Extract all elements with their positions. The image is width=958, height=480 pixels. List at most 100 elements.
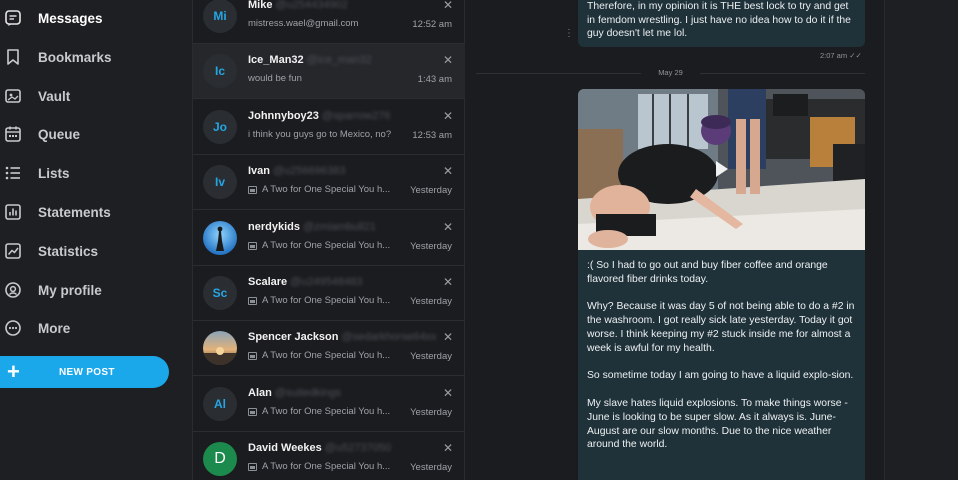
message-paragraph: My slave hates liquid explosions. To mak… (587, 397, 848, 451)
close-icon[interactable]: ✕ (443, 109, 453, 123)
message-bubble: Therefore, in my opinion it is THE best … (578, 0, 865, 47)
avatar: Al (203, 387, 237, 421)
nav-item-more[interactable]: More (0, 316, 70, 340)
close-icon[interactable]: ✕ (443, 386, 453, 400)
chat-preview: A Two for One Special You h... (248, 461, 390, 472)
chat-handle: @suitedkings (274, 387, 342, 399)
chat-name: David Weekes @u52737050 (248, 442, 391, 454)
message-paragraph: :( So I had to go out and buy fiber coff… (587, 260, 828, 285)
conversation-pane: ⋮ Therefore, in my opinion it is THE bes… (466, 0, 884, 480)
message-paragraph: So sometime today I am going to have a l… (587, 370, 854, 382)
chat-preview: mistress.wael@gmail.com (248, 18, 358, 29)
chat-handle: @u249548483 (290, 276, 363, 288)
chat-time: Yesterday (410, 351, 452, 362)
chat-row[interactable]: Jo Johnnyboy23 @sparrow276 ✕ i think you … (193, 100, 465, 155)
avatar: Iv (203, 165, 237, 199)
nav-item-my-profile[interactable]: My profile (0, 278, 102, 302)
chat-name-text: Scalare (248, 276, 288, 288)
new-post-button[interactable]: + NEW POST (0, 356, 169, 388)
close-icon[interactable]: ✕ (443, 53, 453, 67)
chat-handle: @zmiambull21 (302, 221, 376, 233)
media-message-text: :( So I had to go out and buy fiber coff… (587, 259, 859, 466)
nav-label: More (38, 320, 71, 336)
avatar: Mi (203, 0, 237, 33)
avatar: Jo (203, 110, 237, 144)
media-icon (248, 351, 257, 360)
chat-row[interactable]: Ic Ice_Man32 @ice_man32 ✕ would be fun 1:… (193, 44, 465, 99)
nav-label: Statistics (38, 243, 99, 259)
chat-name: Ice_Man32 @ice_man32 (248, 54, 372, 66)
avatar (203, 221, 237, 255)
media-icon (248, 296, 257, 305)
nav-item-queue[interactable]: Queue (0, 122, 80, 146)
chat-time: Yesterday (410, 462, 452, 473)
messages-icon (4, 9, 22, 27)
bookmark-icon (4, 48, 22, 66)
nav-item-lists[interactable]: Lists (0, 161, 70, 185)
chat-time: 12:52 am (412, 19, 452, 30)
chat-name: Spencer Jackson @sedarkhorse64xx (248, 331, 436, 343)
chat-row[interactable]: nerdykids @zmiambull21 ✕ A Two for One Sp… (193, 211, 465, 266)
chat-row[interactable]: Mi Mike @u254434902 ✕ mistress.wael@gmail… (193, 0, 465, 44)
nav-label: Lists (38, 165, 70, 181)
nav-item-messages[interactable]: Messages (0, 6, 103, 30)
close-icon[interactable]: ✕ (443, 220, 453, 234)
avatar: Sc (203, 276, 237, 310)
chat-name: nerdykids @zmiambull21 (248, 221, 376, 233)
list-icon (4, 164, 22, 182)
nav-item-vault[interactable]: Vault (0, 84, 70, 108)
message-text: Therefore, in my opinion it is THE best … (587, 1, 851, 39)
avatar: D (203, 442, 237, 476)
chat-handle: @ice_man32 (306, 54, 372, 66)
chat-name: Scalare @u249548483 (248, 276, 363, 288)
chat-preview-text: A Two for One Special You h... (262, 461, 391, 472)
message-meta: 2:07 am ✓✓ (820, 51, 862, 60)
statements-icon (4, 203, 22, 221)
plus-icon: + (7, 359, 20, 384)
nav-label: My profile (38, 282, 102, 298)
chat-preview-text: i think you guys go to Mexico, no? (248, 129, 392, 140)
chat-name-text: Ice_Man32 (248, 54, 304, 66)
close-icon[interactable]: ✕ (443, 330, 453, 344)
chat-name: Johnnyboy23 @sparrow276 (248, 110, 391, 122)
nav-label: Vault (38, 88, 71, 104)
chat-preview-text: A Two for One Special You h... (262, 240, 391, 251)
chat-row[interactable]: Iv Ivan @u256696383 ✕ A Two for One Speci… (193, 155, 465, 210)
message-menu-icon[interactable]: ⋮ (564, 28, 574, 39)
sidebar-nav: Messages Bookmarks Vault Queue Lists Sta… (0, 0, 192, 480)
media-icon (248, 462, 257, 471)
nav-label: Queue (38, 126, 81, 142)
statistics-icon (4, 242, 22, 260)
close-icon[interactable]: ✕ (443, 0, 453, 12)
media-icon (248, 241, 257, 250)
chat-preview: A Two for One Special You h... (248, 295, 390, 306)
close-icon[interactable]: ✕ (443, 164, 453, 178)
new-post-label: NEW POST (59, 366, 115, 378)
chat-preview-text: A Two for One Special You h... (262, 350, 391, 361)
chat-time: Yesterday (410, 407, 452, 418)
message-time: 2:07 am (820, 51, 848, 60)
chat-time: Yesterday (410, 241, 452, 252)
chat-row[interactable]: Spencer Jackson @sedarkhorse64xx ✕ A Two … (193, 321, 465, 376)
chat-time: Yesterday (410, 185, 452, 196)
chat-row[interactable]: D David Weekes @u52737050 ✕ A Two for One… (193, 432, 465, 480)
more-icon (4, 319, 22, 337)
chat-handle: @sedarkhorse64xx (341, 331, 437, 343)
chat-preview: A Two for One Special You h... (248, 406, 390, 417)
chat-name: Ivan @u256696383 (248, 165, 345, 177)
chat-preview-text: A Two for One Special You h... (262, 295, 391, 306)
chat-row[interactable]: Sc Scalare @u249548483 ✕ A Two for One Sp… (193, 266, 465, 321)
play-icon[interactable] (716, 161, 728, 177)
close-icon[interactable]: ✕ (443, 441, 453, 455)
chat-preview: would be fun (248, 73, 302, 84)
chat-name-text: nerdykids (248, 221, 300, 233)
chat-row[interactable]: Al Alan @suitedkings ✕ A Two for One Spec… (193, 377, 465, 432)
nav-item-statistics[interactable]: Statistics (0, 239, 98, 263)
message-paragraph: Why? Because it was day 5 of not being a… (587, 301, 855, 354)
nav-item-bookmarks[interactable]: Bookmarks (0, 45, 112, 69)
read-checkmarks-icon: ✓✓ (849, 51, 862, 60)
chat-handle: @u256696383 (273, 165, 346, 177)
nav-item-statements[interactable]: Statements (0, 200, 111, 224)
chat-time: 1:43 am (417, 74, 452, 85)
close-icon[interactable]: ✕ (443, 275, 453, 289)
